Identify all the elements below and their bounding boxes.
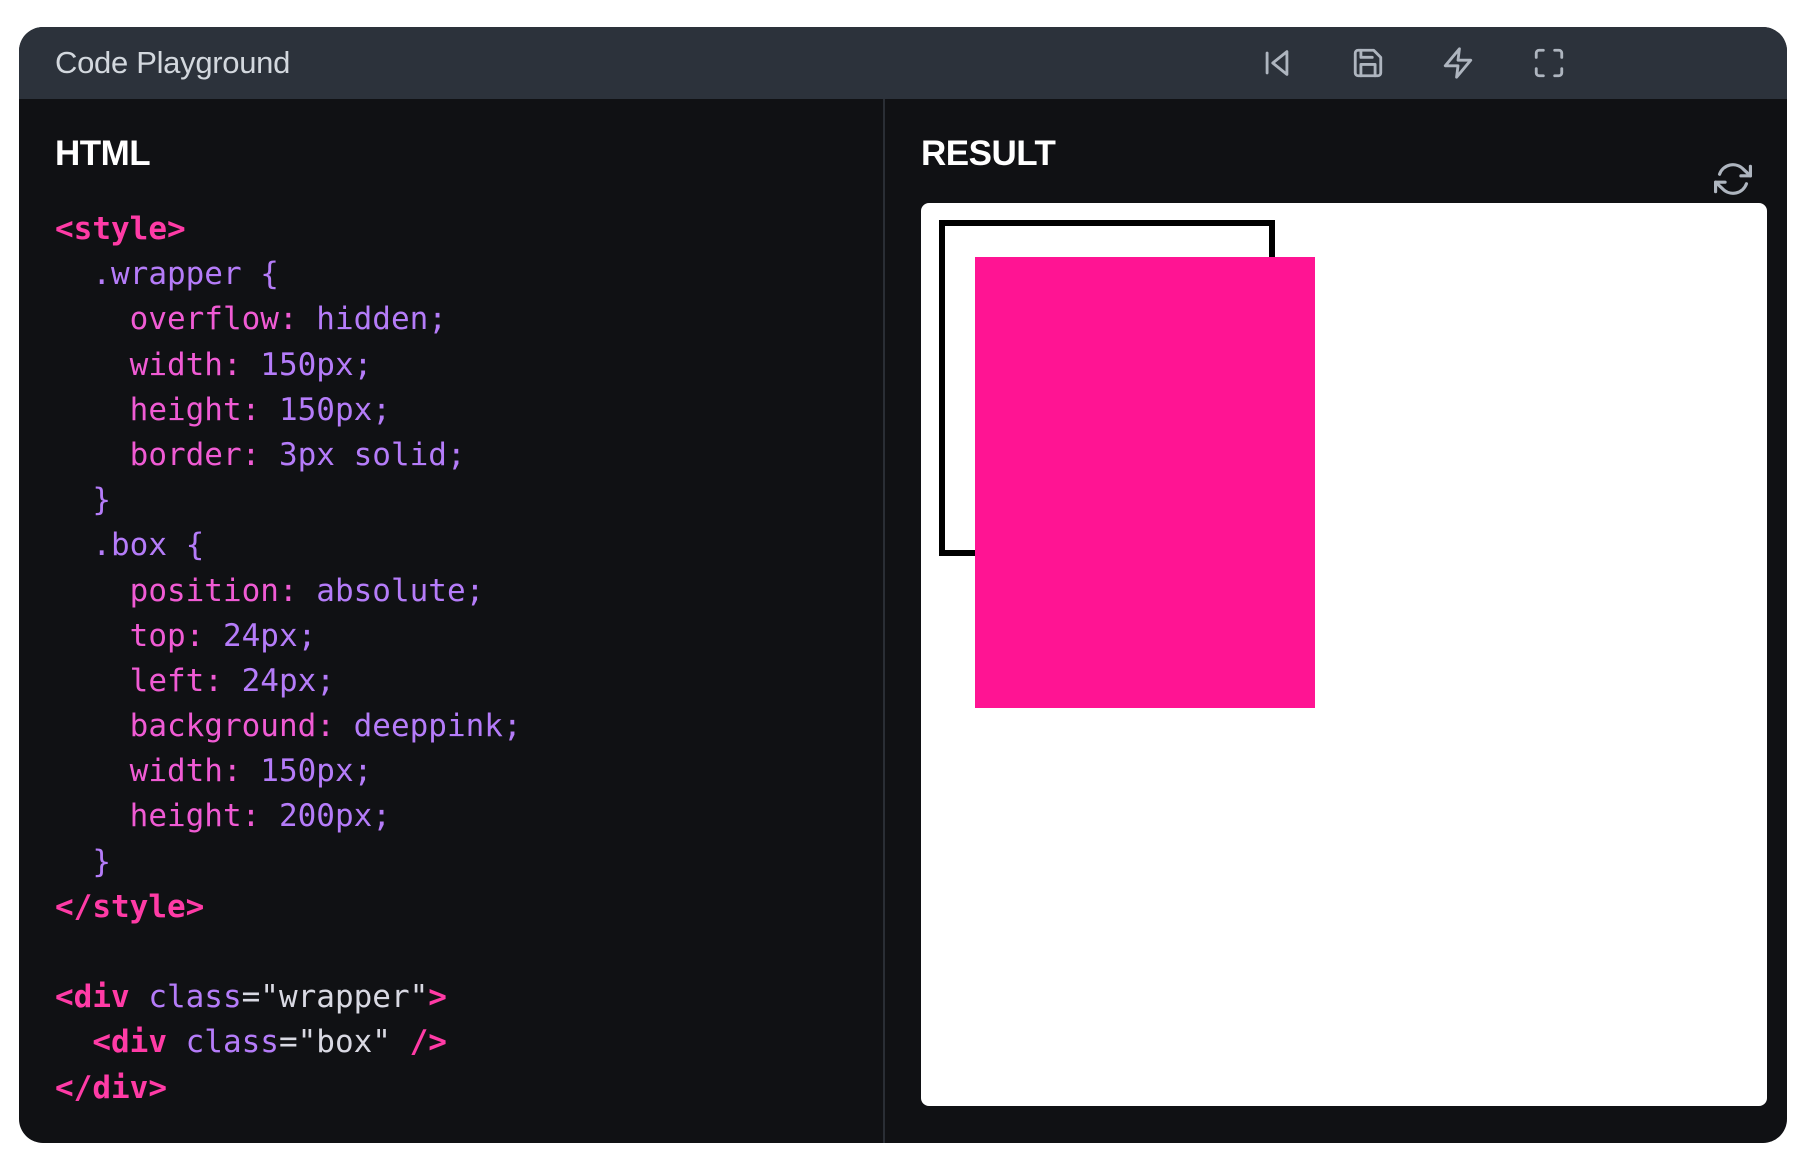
code-line: .wrapper {: [55, 252, 522, 297]
code-token: overflow:: [55, 301, 298, 338]
title-bar: Code Playground: [19, 27, 1787, 99]
save-icon: [1353, 48, 1383, 78]
code-token: }: [55, 482, 111, 519]
code-token: 200px;: [260, 798, 391, 835]
code-token: width:: [55, 753, 242, 790]
code-line: background: deeppink;: [55, 704, 522, 749]
code-line: top: 24px;: [55, 614, 522, 659]
reset-button[interactable]: [1255, 41, 1299, 85]
code-line: position: absolute;: [55, 569, 522, 614]
panel-divider[interactable]: [883, 99, 885, 1143]
code-line: </div>: [55, 1066, 522, 1111]
code-token: class: [129, 979, 242, 1016]
result-panel-heading: RESULT: [921, 134, 1056, 173]
code-line: <style>: [55, 207, 522, 252]
code-token: 150px;: [260, 391, 391, 428]
code-line: </style>: [55, 885, 522, 930]
demo-pink-box: [975, 257, 1315, 708]
code-line: <div class="box" />: [55, 1020, 522, 1065]
code-token: <style>: [55, 211, 186, 247]
code-token: left:: [55, 662, 223, 699]
code-token: }: [55, 843, 111, 880]
code-token: </style>: [55, 888, 205, 925]
code-token: <div: [55, 1024, 167, 1061]
format-button[interactable]: [1436, 41, 1480, 85]
code-line: <div class="wrapper">: [55, 975, 522, 1020]
lightning-icon: [1443, 47, 1473, 79]
code-token: 150px;: [241, 753, 373, 790]
code-token: class: [166, 1024, 279, 1061]
code-token: background:: [55, 708, 335, 745]
code-token: >: [428, 979, 447, 1016]
code-token: 24px;: [222, 662, 335, 699]
fullscreen-button[interactable]: [1527, 41, 1571, 85]
code-token: 24px;: [204, 617, 317, 654]
code-token: .box {: [55, 527, 205, 564]
code-token: absolute;: [297, 572, 485, 609]
code-line: width: 150px;: [55, 749, 522, 794]
code-token: .wrapper {: [55, 256, 279, 293]
code-token: />: [409, 1024, 447, 1061]
code-line: border: 3px solid;: [55, 433, 522, 478]
code-line: }: [55, 478, 522, 523]
code-line: height: 200px;: [55, 794, 522, 839]
code-line: left: 24px;: [55, 659, 522, 704]
html-panel-heading: HTML: [55, 134, 151, 173]
code-token: deeppink;: [334, 708, 522, 745]
code-line: width: 150px;: [55, 343, 522, 388]
code-token: hidden;: [297, 301, 447, 338]
code-token: </div>: [55, 1069, 167, 1106]
code-token: <div: [55, 979, 130, 1016]
code-token: top:: [55, 617, 205, 654]
code-token: ="box": [278, 1024, 410, 1061]
code-token: width:: [55, 346, 242, 383]
code-token: 3px solid;: [260, 436, 466, 473]
code-token: 150px;: [241, 346, 373, 383]
code-token: position:: [55, 572, 298, 609]
code-line: overflow: hidden;: [55, 297, 522, 342]
code-editor[interactable]: <style> .wrapper { overflow: hidden; wid…: [55, 207, 522, 1111]
code-token: height:: [55, 391, 261, 428]
code-token: height:: [55, 798, 261, 835]
code-token: border:: [55, 436, 261, 473]
code-playground: Code Playground HTML <style> .wrapper {…: [19, 27, 1787, 1143]
code-line: .box {: [55, 523, 522, 568]
save-button[interactable]: [1346, 41, 1390, 85]
code-line: height: 150px;: [55, 388, 522, 433]
result-preview: [921, 203, 1767, 1106]
code-token: ="wrapper": [241, 979, 429, 1016]
fullscreen-icon: [1534, 48, 1564, 78]
skip-back-icon: [1265, 50, 1289, 76]
refresh-button[interactable]: [1711, 157, 1755, 201]
code-line: }: [55, 840, 522, 885]
window-title: Code Playground: [55, 45, 291, 80]
refresh-icon: [1714, 163, 1752, 195]
